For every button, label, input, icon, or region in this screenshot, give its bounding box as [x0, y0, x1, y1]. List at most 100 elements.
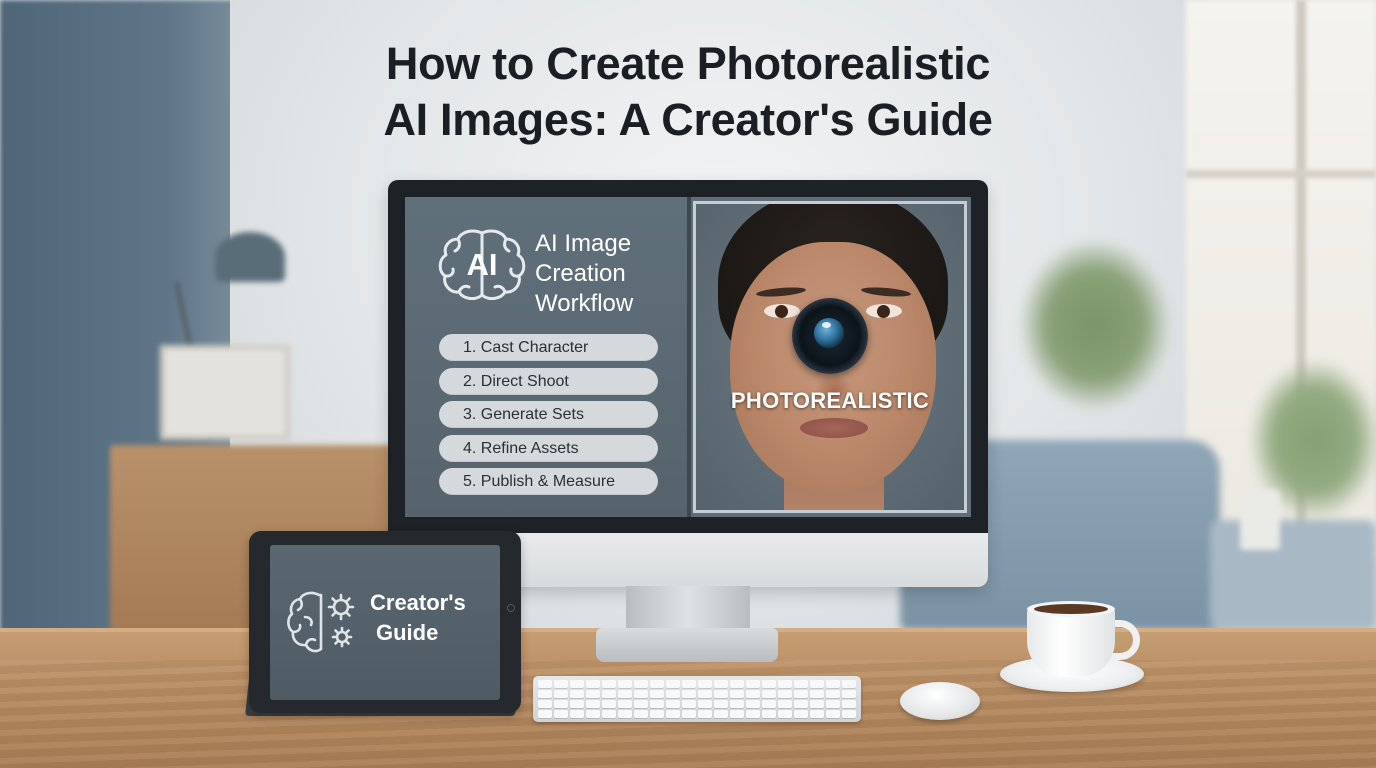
background-lamp — [215, 232, 285, 282]
keyboard-key[interactable] — [650, 700, 664, 708]
keyboard-key[interactable] — [746, 690, 760, 698]
keyboard-key[interactable] — [682, 710, 696, 718]
keyboard-key[interactable] — [746, 700, 760, 708]
keyboard-key[interactable] — [730, 680, 744, 688]
keyboard-key[interactable] — [682, 690, 696, 698]
keyboard-key[interactable] — [842, 690, 856, 698]
keyboard-key[interactable] — [730, 710, 744, 718]
keyboard-key[interactable] — [570, 690, 584, 698]
workflow-title-line-2: Creation — [535, 260, 626, 287]
keyboard-key[interactable] — [714, 710, 728, 718]
monitor-stand-base — [596, 628, 778, 662]
step-cast-character[interactable]: 1. Cast Character — [439, 334, 658, 361]
keyboard-key[interactable] — [826, 680, 840, 688]
keyboard-key[interactable] — [618, 710, 632, 718]
keyboard[interactable] — [533, 676, 861, 722]
keyboard-key[interactable] — [698, 700, 712, 708]
keyboard-key[interactable] — [794, 710, 808, 718]
keyboard-key[interactable] — [762, 710, 776, 718]
keyboard-key[interactable] — [714, 700, 728, 708]
keyboard-key[interactable] — [746, 710, 760, 718]
keyboard-key[interactable] — [778, 710, 792, 718]
keyboard-key[interactable] — [602, 710, 616, 718]
keyboard-key[interactable] — [826, 690, 840, 698]
keyboard-key[interactable] — [730, 700, 744, 708]
background-sofa-side — [1210, 520, 1376, 630]
keyboard-key[interactable] — [842, 710, 856, 718]
left-eye — [764, 304, 800, 318]
step-generate-sets[interactable]: 3. Generate Sets — [439, 401, 658, 428]
keyboard-key[interactable] — [698, 690, 712, 698]
keyboard-key[interactable] — [554, 700, 568, 708]
keyboard-key[interactable] — [634, 710, 648, 718]
keyboard-key[interactable] — [730, 690, 744, 698]
keyboard-key[interactable] — [554, 710, 568, 718]
keyboard-key[interactable] — [762, 690, 776, 698]
keyboard-key[interactable] — [538, 710, 552, 718]
keyboard-key[interactable] — [602, 680, 616, 688]
keyboard-key[interactable] — [666, 690, 680, 698]
keyboard-key[interactable] — [794, 690, 808, 698]
keyboard-key[interactable] — [666, 710, 680, 718]
keyboard-key[interactable] — [570, 700, 584, 708]
tablet-home-button[interactable] — [507, 604, 515, 612]
keyboard-key[interactable] — [554, 690, 568, 698]
keyboard-key[interactable] — [570, 710, 584, 718]
keyboard-key[interactable] — [698, 710, 712, 718]
keyboard-key[interactable] — [618, 700, 632, 708]
keyboard-key[interactable] — [650, 710, 664, 718]
keyboard-key[interactable] — [538, 700, 552, 708]
keyboard-key[interactable] — [586, 700, 600, 708]
keyboard-key[interactable] — [762, 700, 776, 708]
keyboard-key[interactable] — [634, 680, 648, 688]
keyboard-key[interactable] — [794, 700, 808, 708]
keyboard-key[interactable] — [810, 710, 824, 718]
keyboard-key[interactable] — [826, 710, 840, 718]
keyboard-key[interactable] — [810, 690, 824, 698]
keyboard-key[interactable] — [586, 680, 600, 688]
mouse[interactable] — [900, 682, 980, 720]
keyboard-key[interactable] — [618, 690, 632, 698]
keyboard-key[interactable] — [842, 680, 856, 688]
keyboard-key[interactable] — [570, 680, 584, 688]
keyboard-key[interactable] — [586, 690, 600, 698]
keyboard-key[interactable] — [634, 700, 648, 708]
keyboard-key[interactable] — [602, 700, 616, 708]
keyboard-key[interactable] — [538, 690, 552, 698]
keyboard-key[interactable] — [778, 690, 792, 698]
window-frame-rail — [1186, 170, 1376, 178]
keyboard-key[interactable] — [826, 700, 840, 708]
keyboard-key[interactable] — [602, 690, 616, 698]
tablet-title-line-1: Creator's — [370, 590, 466, 615]
keyboard-key[interactable] — [650, 680, 664, 688]
keyboard-key[interactable] — [682, 680, 696, 688]
coffee-cup — [1027, 607, 1115, 677]
keyboard-key[interactable] — [650, 690, 664, 698]
background-picture-frame — [160, 345, 290, 440]
keyboard-key[interactable] — [714, 690, 728, 698]
keyboard-key[interactable] — [842, 700, 856, 708]
keyboard-key[interactable] — [666, 680, 680, 688]
keyboard-key[interactable] — [714, 680, 728, 688]
step-refine-assets[interactable]: 4. Refine Assets — [439, 434, 658, 462]
keyboard-key[interactable] — [778, 700, 792, 708]
ai-logo-text: AI — [466, 247, 498, 282]
keyboard-key[interactable] — [538, 680, 552, 688]
keyboard-key[interactable] — [794, 680, 808, 688]
keyboard-key[interactable] — [586, 710, 600, 718]
keyboard-key[interactable] — [778, 680, 792, 688]
step-direct-shoot[interactable]: 2. Direct Shoot — [439, 367, 658, 395]
step-publish-measure[interactable]: 5. Publish & Measure — [439, 468, 658, 495]
keyboard-key[interactable] — [810, 680, 824, 688]
keyboard-key[interactable] — [618, 680, 632, 688]
keyboard-key[interactable] — [554, 680, 568, 688]
keyboard-key[interactable] — [634, 690, 648, 698]
keyboard-key[interactable] — [746, 680, 760, 688]
keyboard-key[interactable] — [810, 700, 824, 708]
keyboard-key[interactable] — [762, 680, 776, 688]
tablet-title: Creator's Guide — [370, 588, 495, 648]
plant-pot — [1240, 490, 1280, 550]
keyboard-key[interactable] — [682, 700, 696, 708]
keyboard-key[interactable] — [666, 700, 680, 708]
keyboard-key[interactable] — [698, 680, 712, 688]
